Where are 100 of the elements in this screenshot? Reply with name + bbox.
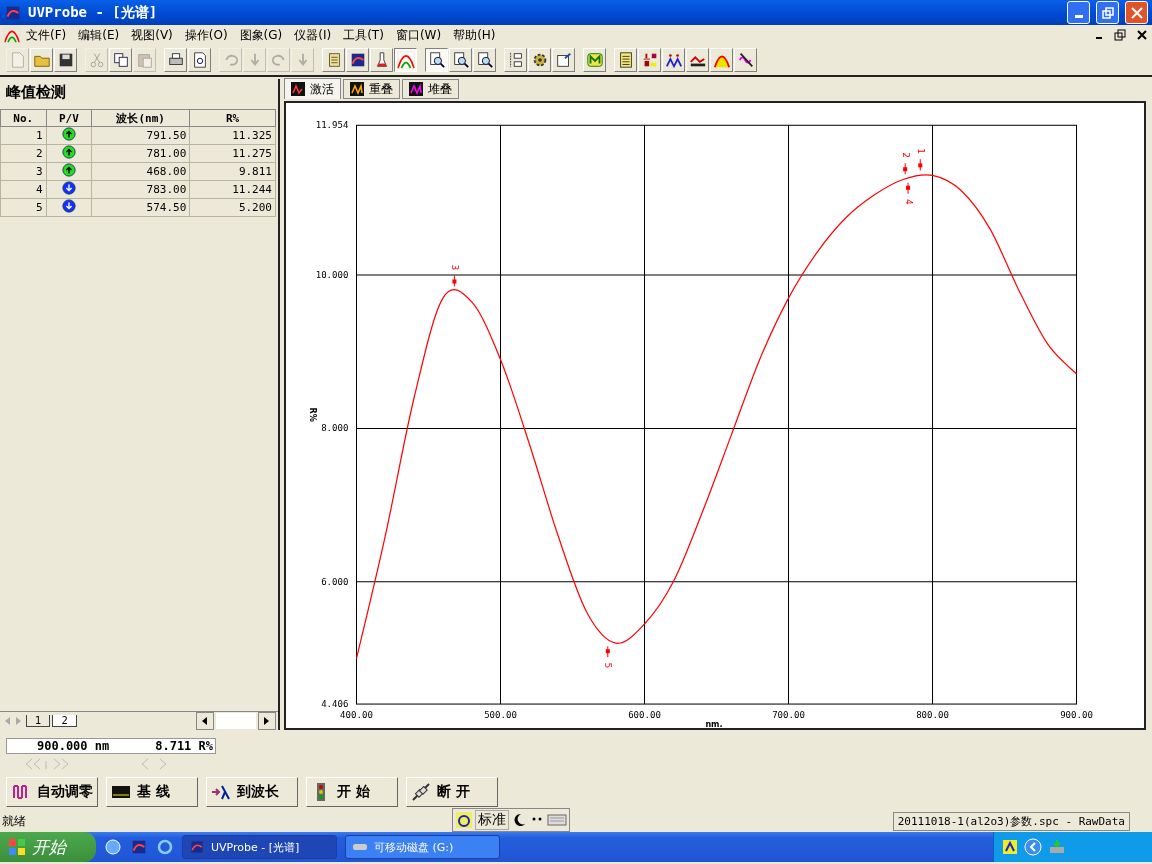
graph-icon [291,82,305,96]
peak-up-icon [61,145,76,159]
graph-icon [350,82,364,96]
peak-number: 1 [915,148,926,155]
sheet-tab[interactable]: 1 [26,715,51,727]
plug-icon [411,782,431,802]
start-button[interactable]: 开始 [0,832,96,862]
value-reading: 8.711 R% [155,739,213,753]
rainbow-icon [4,27,20,43]
menu-item[interactable]: 视图(V) [125,26,179,44]
column-header: P/V [46,109,92,127]
mdi-close-icon[interactable] [1136,29,1148,41]
y-tick-label: 8.000 [321,423,349,434]
menu-item[interactable]: 图象(G) [233,26,289,44]
table-cell: 2 [0,144,47,163]
x-tick-label: 500.00 [484,710,517,721]
windows-logo-icon [8,838,26,856]
x-tick-label: 400.00 [340,710,373,721]
table-cell: 781.00 [91,144,190,163]
graph-icon [409,82,423,96]
x-tick-label: 700.00 [772,710,805,721]
table-cell: 11.325 [189,126,276,145]
paste-icon [135,51,154,69]
table-cell: 9.811 [189,162,276,181]
x-tick-label: 600.00 [628,710,661,721]
peak-up-icon [61,163,76,177]
settings-icon [554,51,573,69]
action-button[interactable]: 到波长 [206,777,298,807]
peak-number: 3 [449,264,460,271]
close-icon [1130,6,1143,19]
y-tick-label: 6.000 [321,576,349,587]
x-tick-label: 900.00 [1060,710,1093,721]
peak-marker [903,162,908,175]
cut-icon [87,51,106,69]
menu-item[interactable]: 窗口(W) [389,26,448,44]
column-header: No. [0,109,47,127]
tray-app-icon[interactable] [1002,839,1018,855]
left-arrow-icon [202,717,208,725]
scroll-left-button[interactable] [196,712,214,730]
action-button[interactable]: 基 线 [106,777,198,807]
menu-item[interactable]: 帮助(H) [447,26,502,44]
drive-icon [352,841,368,853]
ime-icon[interactable] [455,811,473,829]
scroll-right-button[interactable] [258,712,276,730]
browser-icon[interactable] [104,838,122,856]
mdi-restore-icon[interactable] [1114,29,1128,41]
taskbar-button[interactable]: UVProbe - [光谱] [182,835,337,859]
y-tick-label: 11.954 [315,120,349,131]
table-cell: 5 [0,198,47,217]
close-button[interactable] [1125,1,1148,24]
file-name: 20111018-1(al2o3)参数.spc - RawData [892,811,1130,831]
wavelength-reading: 900.000 nm [37,739,110,753]
window-title: UVProbe - [光谱] [28,3,159,22]
zoom-icon [427,51,446,69]
peaks-icon [664,51,683,69]
status-text: 就绪 [2,812,26,830]
action-button[interactable]: 开 始 [306,777,398,807]
spectrum-icon [130,838,148,856]
menu-item[interactable]: 编辑(E) [72,26,126,44]
expand-tray-icon[interactable] [1024,838,1042,856]
table-cell: 11.275 [189,144,276,163]
menu-item[interactable]: 工具(T) [337,26,390,44]
table-cell: 791.50 [91,126,190,145]
action-button[interactable]: 自动调零 [6,777,98,807]
zoom-icon [475,51,494,69]
peak-marker [906,182,911,195]
restore-button[interactable] [1096,1,1119,24]
taskbar-button[interactable]: 可移动磁盘 (G:) [345,835,500,859]
ime-mode[interactable]: 标准 [475,810,509,830]
sheet-tab[interactable]: 2 [52,715,77,727]
table-cell: 574.50 [91,198,190,217]
y-tick-label: 10.000 [315,270,349,281]
peak-marker [918,158,923,171]
scroll-track[interactable] [216,713,256,729]
restore-icon [1101,6,1114,19]
minimize-button[interactable] [1067,1,1090,24]
chart-tab[interactable]: 堆叠 [402,79,459,99]
table-cell: 4 [0,180,47,199]
right-arrow-icon [264,717,270,725]
column-header: R% [189,109,276,127]
peak-number: 2 [900,152,911,158]
peak-marker [452,274,457,288]
copy-icon [111,51,130,69]
x-axis-label: nm. [705,720,723,729]
chart-tab[interactable]: 激活 [284,78,341,99]
pen-icon [736,51,755,69]
chart-tab[interactable]: 重叠 [343,79,400,99]
globe-icon[interactable] [156,838,174,856]
y-tick-label: 4.406 [321,699,349,710]
menu-item[interactable]: 文件(F) [20,26,73,44]
table-cell: 5.200 [189,198,276,217]
menu-item[interactable]: 仪器(I) [288,26,338,44]
table-cell: 3 [0,162,47,181]
menu-item[interactable]: 操作(O) [178,26,234,44]
action-button[interactable]: 断 开 [406,777,498,807]
table-cell: 11.244 [189,180,276,199]
peak-marker [605,645,610,658]
peak-up-icon [61,127,76,141]
spectrum-icon [189,839,205,855]
toolbar-button[interactable] [425,48,448,72]
